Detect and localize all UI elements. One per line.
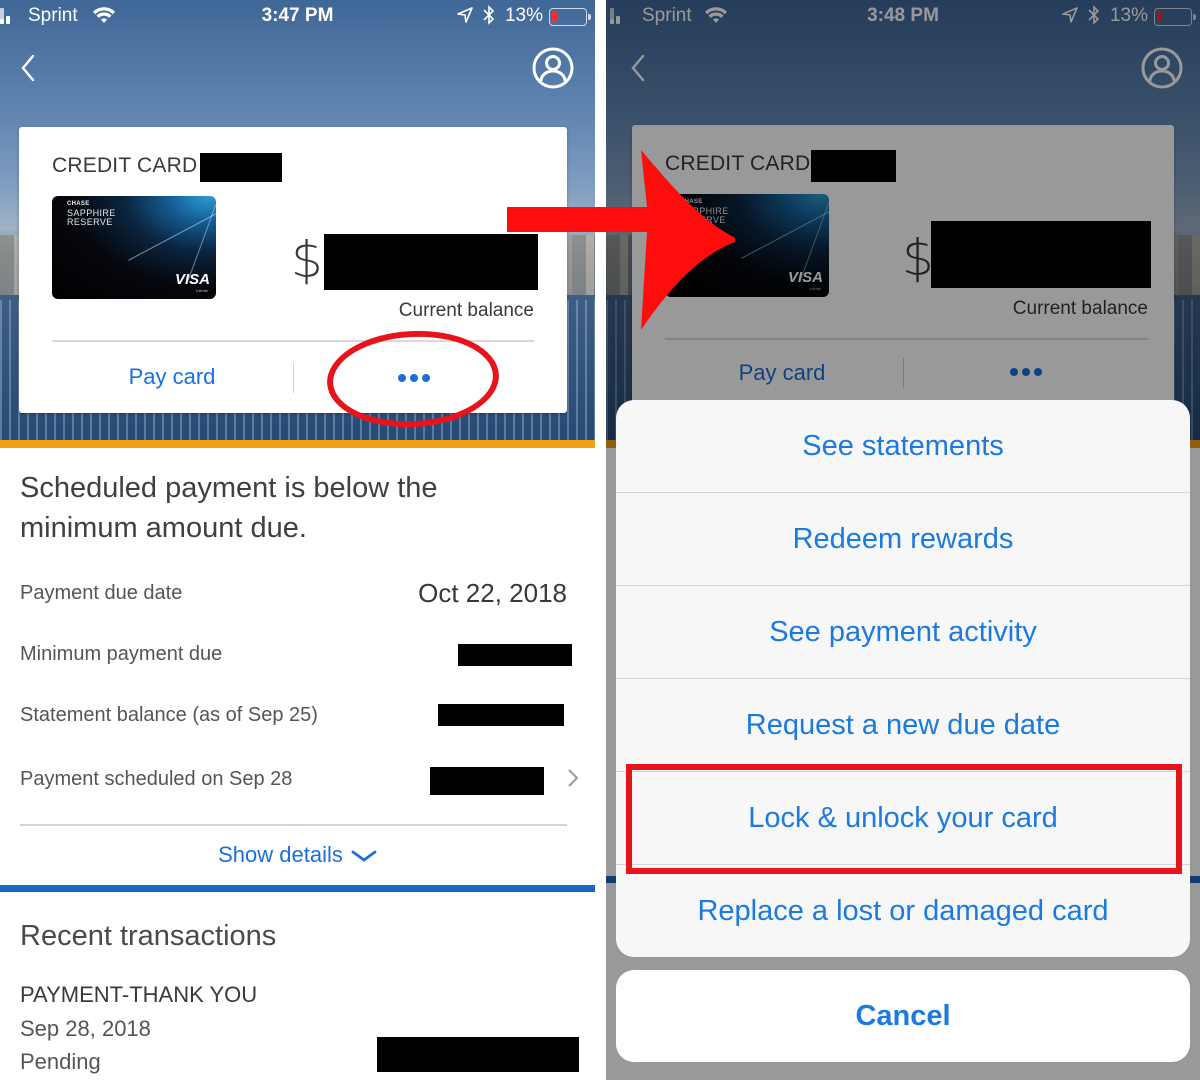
recent-transactions: Recent transactions PAYMENT-THANK YOU Se… xyxy=(0,892,595,1080)
detail-row-statement-balance: Statement balance (as of Sep 25) xyxy=(20,704,573,734)
detail-label: Minimum payment due xyxy=(20,643,223,665)
action-request-new-due-date[interactable]: Request a new due date xyxy=(616,679,1190,772)
payment-details: Scheduled payment is below the minimum a… xyxy=(0,448,595,885)
card-image[interactable]: CHASE SAPPHIRE RESERVE VISA Infinite xyxy=(52,196,216,299)
redacted-value xyxy=(430,767,544,795)
more-horizontal-icon[interactable] xyxy=(294,367,534,389)
right-screen: Sprint 3:48 PM 13% CREDIT CARD CHASE SAP… xyxy=(606,0,1200,1080)
location-icon xyxy=(457,7,473,29)
accent-bar xyxy=(0,440,595,448)
balance-label: Current balance xyxy=(398,300,534,321)
redacted-amount xyxy=(377,1037,579,1072)
detail-label: Statement balance (as of Sep 25) xyxy=(20,704,318,726)
card-network: VISA xyxy=(174,271,210,288)
left-screen: Sprint 3:47 PM 13% CREDIT CARD CHASE SAP… xyxy=(0,0,595,1080)
detail-value: Oct 22, 2018 xyxy=(418,578,567,608)
transaction-date: Sep 28, 2018 xyxy=(20,1016,151,1041)
payment-warning: Scheduled payment is below the minimum a… xyxy=(20,472,438,544)
card-network-sub: Infinite xyxy=(196,288,208,293)
battery-icon xyxy=(549,8,591,26)
battery-percent: 13% xyxy=(504,5,543,26)
chevron-left-icon[interactable] xyxy=(16,50,46,86)
detail-row-scheduled-payment[interactable]: Payment scheduled on Sep 28 xyxy=(20,767,579,798)
profile-icon[interactable] xyxy=(531,46,575,90)
transaction-status: Pending xyxy=(20,1049,101,1074)
status-bar: Sprint 3:47 PM 13% xyxy=(0,0,595,34)
card-title: CREDIT CARD xyxy=(52,154,198,177)
action-see-statements[interactable]: See statements xyxy=(616,400,1190,493)
detail-label: Payment due date xyxy=(20,582,183,604)
action-lock-unlock-card[interactable]: Lock & unlock your card xyxy=(616,772,1190,865)
cancel-button[interactable]: Cancel xyxy=(616,970,1190,1062)
divider xyxy=(52,340,534,342)
detail-label: Payment scheduled on Sep 28 xyxy=(20,768,293,790)
show-details-label: Show details xyxy=(218,842,343,867)
card-issuer: CHASE xyxy=(67,201,90,207)
card-summary: CREDIT CARD CHASE SAPPHIRE RESERVE VISA … xyxy=(19,127,567,413)
detail-row-due-date: Payment due date Oct 22, 2018 xyxy=(20,578,573,612)
redacted-account-number xyxy=(200,153,282,182)
currency-symbol: $ xyxy=(291,231,323,289)
accent-bar xyxy=(0,885,595,892)
transaction-description[interactable]: PAYMENT-THANK YOU xyxy=(20,982,257,1008)
chevron-down-icon xyxy=(351,850,377,862)
show-details-button[interactable]: Show details xyxy=(0,842,595,868)
redacted-balance xyxy=(324,234,538,290)
redacted-value xyxy=(458,644,572,666)
pay-card-button[interactable]: Pay card xyxy=(52,364,292,390)
divider xyxy=(20,824,567,826)
redacted-value xyxy=(438,704,564,726)
action-redeem-rewards[interactable]: Redeem rewards xyxy=(616,493,1190,586)
card-name-line2: RESERVE xyxy=(67,217,113,227)
action-sheet: See statements Redeem rewards See paymen… xyxy=(616,400,1190,957)
action-replace-card[interactable]: Replace a lost or damaged card xyxy=(616,865,1190,957)
bluetooth-icon xyxy=(483,5,495,30)
chevron-right-icon[interactable] xyxy=(565,766,581,790)
action-see-payment-activity[interactable]: See payment activity xyxy=(616,586,1190,679)
section-heading: Recent transactions xyxy=(20,920,277,952)
detail-row-minimum-payment: Minimum payment due xyxy=(20,643,573,673)
